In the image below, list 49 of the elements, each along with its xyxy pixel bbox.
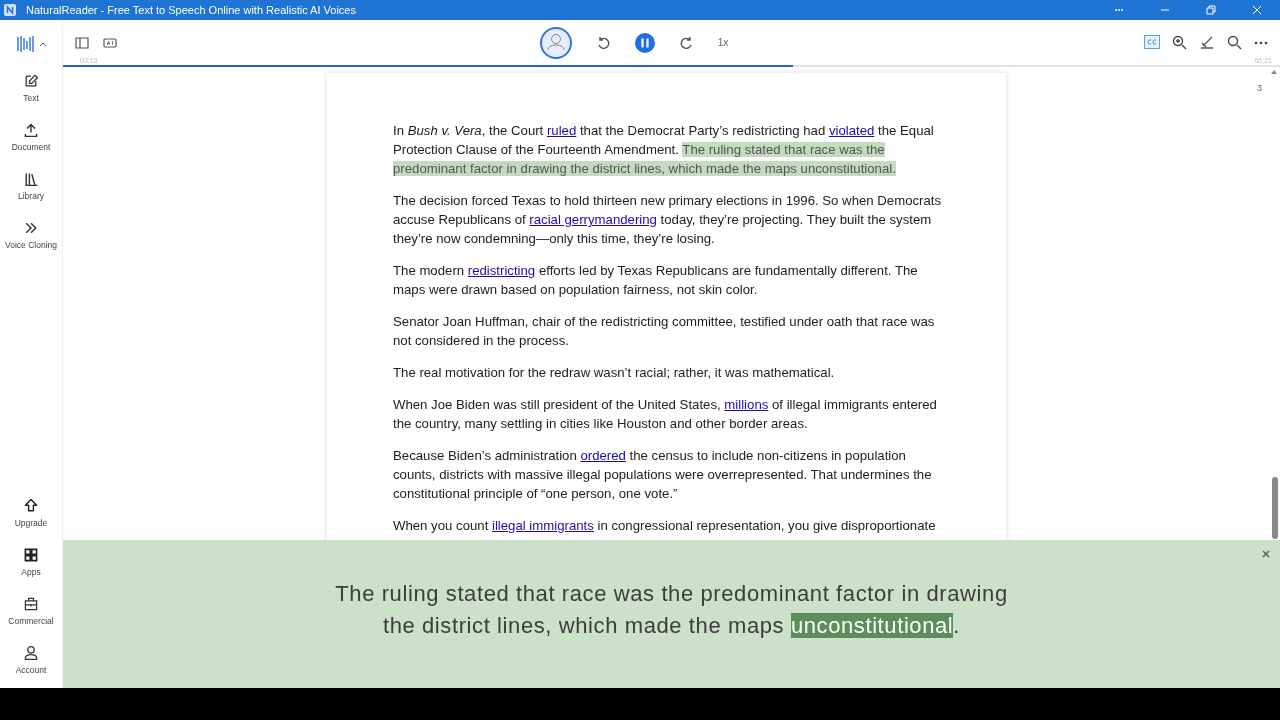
- voice-avatar-icon[interactable]: [539, 26, 572, 59]
- link[interactable]: redistricting: [467, 263, 536, 278]
- paragraph: Because Biden’s administration ordered the census to include non-citizens in population counts, districts with massive illegal populations were overrepresented. That undermines the constitutional principle of “one person, one vote.”: [393, 447, 933, 503]
- scrollbar-thumb[interactable]: [1272, 477, 1278, 539]
- page-number: 3: [1257, 83, 1262, 93]
- sidebar-item[interactable]: Document: [0, 116, 62, 165]
- link[interactable]: violated: [828, 123, 875, 138]
- captions-icon[interactable]: [1144, 35, 1160, 49]
- sidebar-item[interactable]: Library: [0, 165, 62, 214]
- search-icon[interactable]: [1227, 35, 1242, 50]
- sidebar-item[interactable]: Voice Cloning: [0, 214, 62, 263]
- sidebar-toggle-icon[interactable]: [75, 36, 89, 49]
- zoom-in-icon[interactable]: [1172, 35, 1187, 50]
- caret-icon[interactable]: [38, 40, 47, 47]
- link[interactable]: racial gerrymandering: [529, 212, 657, 227]
- ai-icon[interactable]: [103, 36, 117, 49]
- paragraph: When you count illegal immigrants in congressional representation, you give disproportionate: [393, 517, 937, 535]
- paragraph: Senator Joan Huffman, chair of the redistricting committee, testified under oath that race was not considered in the process.: [393, 313, 936, 350]
- paragraph: The real motivation for the redraw wasn’t racial; rather, it was mathematical.: [393, 364, 836, 382]
- briefcase-icon: [23, 596, 39, 612]
- pause-button[interactable]: [633, 31, 656, 54]
- highlighter-icon[interactable]: [1199, 35, 1215, 50]
- sidebar-item[interactable]: Upgrade: [0, 492, 62, 541]
- person-icon: [23, 645, 39, 661]
- scroll-up-icon[interactable]: [1271, 69, 1277, 74]
- grid-icon: [23, 547, 39, 563]
- paragraph: The modern redistricting efforts led by Texas Republicans are fundamentally different. The maps were drawn based on population fairness, not skin color.: [393, 262, 919, 299]
- chevrons-icon: [23, 220, 39, 236]
- link[interactable]: ordered: [580, 448, 626, 463]
- upload-icon: [23, 122, 39, 138]
- sidebar-item[interactable]: Account: [0, 639, 62, 688]
- link[interactable]: ruled: [546, 123, 577, 138]
- sidebar-item[interactable]: Commercial: [0, 590, 62, 639]
- link[interactable]: millions: [724, 397, 769, 412]
- link[interactable]: illegal immigrants: [491, 518, 594, 533]
- paragraph: When Joe Biden was still president of the United States, millions of illegal immigrants entered the country, many settling in cities like Houston and other border areas.: [393, 396, 938, 433]
- sidebar-item[interactable]: Text: [0, 67, 62, 116]
- arrow-up-icon: [23, 498, 39, 514]
- window-title: NaturalReader - Free Text to Speech Online with Realistic AI Voices: [26, 4, 357, 16]
- paragraph: The decision forced Texas to hold thirteen new primary elections in 1996. So when Democrats accuse Republicans of racial gerrymandering today, they’re projecting. They built the system they’re now condemning—only this time, they’re losing.: [393, 192, 943, 248]
- app-logo-icon: [4, 4, 16, 16]
- speed-button[interactable]: 1x: [717, 37, 729, 48]
- sidebar-item[interactable]: Apps: [0, 541, 62, 590]
- forward-icon[interactable]: [679, 35, 694, 50]
- close-icon[interactable]: [1262, 550, 1270, 558]
- edit-icon: [23, 73, 39, 89]
- caption-text: The ruling stated that race was the predominant factor in drawing the district lines, which made the maps unconstitutional.: [334, 580, 1009, 640]
- books-icon: [23, 171, 39, 187]
- rewind-icon[interactable]: [595, 35, 610, 50]
